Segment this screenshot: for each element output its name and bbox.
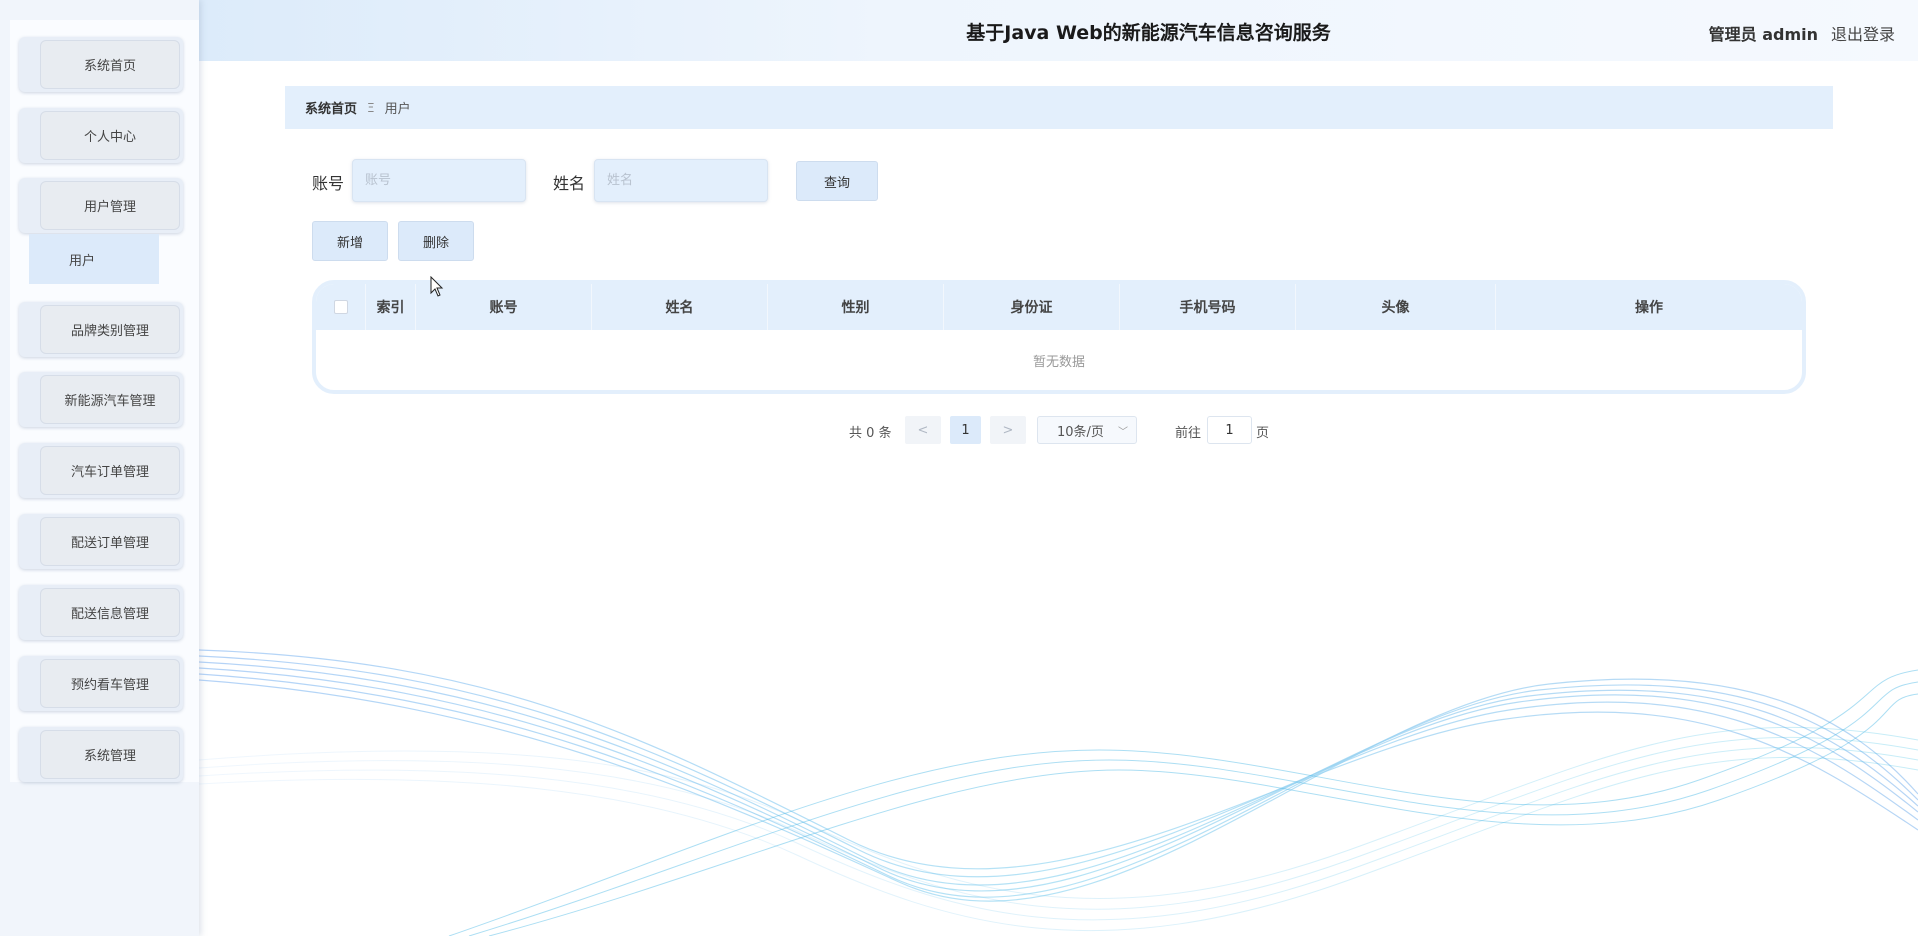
column-header: 头像 (1296, 284, 1496, 330)
sidebar-item-user-management[interactable]: 用户管理 (19, 178, 183, 233)
background-waves (199, 649, 1918, 936)
app-title: 基于Java Web的新能源汽车信息咨询服务 (966, 22, 1331, 44)
prev-page-button[interactable]: < (905, 416, 941, 444)
delete-button[interactable]: 删除 (398, 221, 474, 261)
sidebar-item-system[interactable]: 系统管理 (19, 727, 183, 782)
sidebar-item-test-drive[interactable]: 预约看车管理 (19, 656, 183, 711)
sidebar-item-label: 品牌类别管理 (40, 305, 180, 354)
sidebar-item-car-orders[interactable]: 汽车订单管理 (19, 443, 183, 498)
page-size-select[interactable]: 10条/页 ﹀ (1037, 416, 1137, 444)
sidebar-item-label: 个人中心 (40, 111, 180, 160)
select-all-checkbox[interactable] (333, 300, 348, 314)
sidebar-item-delivery-info[interactable]: 配送信息管理 (19, 585, 183, 640)
sidebar: 系统首页 个人中心 用户管理 用户 品牌类别管理 新能源汽车管理 汽车订单管理 … (0, 0, 199, 936)
sidebar-item-label: 汽车订单管理 (40, 446, 180, 495)
sidebar-item-profile[interactable]: 个人中心 (19, 108, 183, 163)
select-all-cell (316, 284, 366, 330)
page-number-current[interactable]: 1 (950, 416, 981, 444)
top-header: 基于Java Web的新能源汽车信息咨询服务 管理员 admin 退出登录 (199, 0, 1918, 61)
breadcrumb-home[interactable]: 系统首页 (305, 98, 357, 117)
column-header: 姓名 (592, 284, 768, 330)
name-search-input[interactable] (594, 159, 768, 202)
sidebar-item-label: 配送信息管理 (40, 588, 180, 637)
column-header: 索引 (366, 284, 416, 330)
column-header: 操作 (1635, 300, 1663, 316)
app-root: 系统首页 个人中心 用户管理 用户 品牌类别管理 新能源汽车管理 汽车订单管理 … (0, 0, 1918, 936)
pagination: 共 0 条 < 1 > 10条/页 ﹀ 前往 页 (0, 416, 1918, 444)
page-size-value: 10条/页 (1057, 424, 1104, 440)
goto-label: 前往 (1175, 426, 1202, 441)
sidebar-item-home[interactable]: 系统首页 (19, 37, 183, 92)
pagination-total: 共 0 条 (849, 426, 892, 441)
sidebar-subitem-users[interactable]: 用户 (29, 234, 159, 284)
sidebar-item-brand-category[interactable]: 品牌类别管理 (19, 302, 183, 357)
table-header: 索引 账号 姓名 性别 身份证 手机号码 头像 操作 (316, 284, 1802, 330)
query-button[interactable]: 查询 (796, 161, 878, 201)
add-button[interactable]: 新增 (312, 221, 388, 261)
sidebar-item-label: 预约看车管理 (40, 659, 180, 708)
sidebar-item-label: 用户管理 (40, 181, 180, 230)
sidebar-item-label: 系统管理 (40, 730, 180, 779)
sidebar-item-label: 配送订单管理 (40, 517, 180, 566)
breadcrumb-current: 用户 (384, 102, 411, 117)
sidebar-item-delivery-orders[interactable]: 配送订单管理 (19, 514, 183, 569)
next-page-button[interactable]: > (990, 416, 1026, 444)
sidebar-item-ev-management[interactable]: 新能源汽车管理 (19, 372, 183, 427)
column-header: 手机号码 (1120, 284, 1296, 330)
logout-link[interactable]: 退出登录 (1831, 21, 1895, 45)
column-header: 身份证 (944, 284, 1120, 330)
table-empty-text: 暂无数据 (1032, 354, 1085, 370)
name-label: 姓名 (553, 174, 586, 193)
chevron-down-icon: ﹀ (1118, 427, 1128, 438)
account-label: 账号 (312, 174, 345, 193)
breadcrumb-separator-icon: Ξ (367, 100, 375, 115)
users-table: 索引 账号 姓名 性别 身份证 手机号码 头像 操作 暂无数据 (312, 280, 1806, 394)
sidebar-item-label: 新能源汽车管理 (40, 375, 180, 424)
sidebar-item-label: 系统首页 (40, 40, 180, 89)
account-search-input[interactable] (352, 159, 526, 202)
page-suffix: 页 (1256, 426, 1270, 441)
current-user: 管理员 admin (1708, 25, 1818, 44)
goto-page-input[interactable] (1207, 416, 1252, 444)
breadcrumb: 系统首页 Ξ 用户 (285, 86, 1833, 129)
mouse-cursor-icon (430, 276, 444, 297)
column-header: 性别 (768, 284, 944, 330)
